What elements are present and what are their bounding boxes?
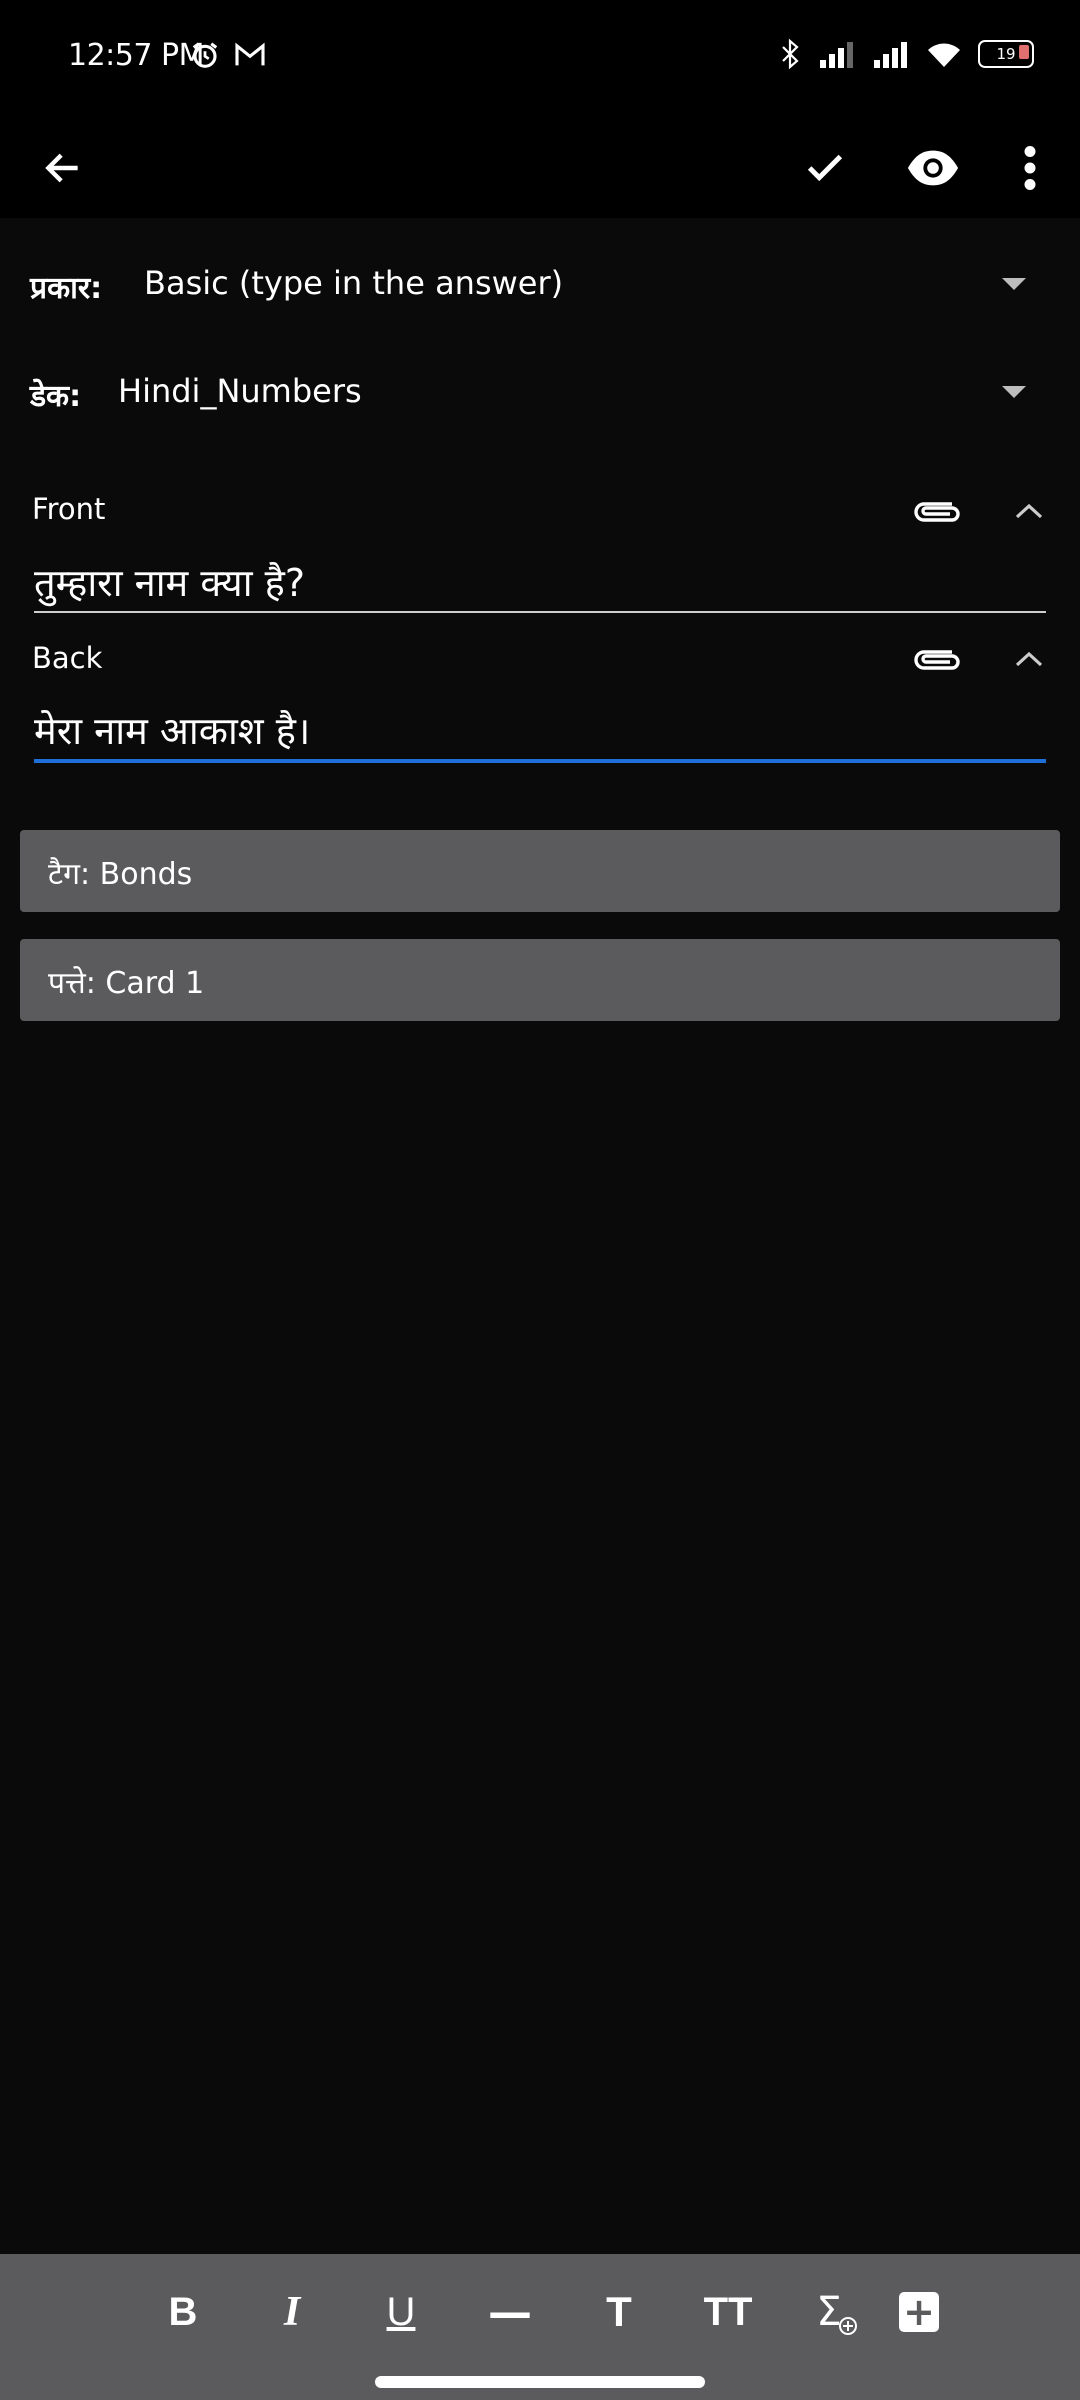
note-type-value: Basic (type in the answer): [144, 264, 564, 302]
horizontal-rule-button[interactable]: —: [475, 2282, 545, 2342]
signal-icon: [874, 42, 907, 68]
tags-button[interactable]: टैग: Bonds: [20, 830, 1060, 912]
save-button[interactable]: [790, 133, 860, 203]
plus-box-icon: +: [899, 2292, 939, 2332]
wifi-icon: [928, 43, 960, 67]
plus-glyph: +: [903, 2290, 935, 2334]
cards-text: पत्ते: Card 1: [48, 966, 205, 1001]
status-left-icons: [190, 40, 266, 70]
more-options-button[interactable]: [995, 133, 1065, 203]
battery-icon: 19: [978, 40, 1034, 68]
eye-icon: [907, 150, 959, 186]
italic-button[interactable]: I: [257, 2282, 327, 2342]
front-attach-button[interactable]: [902, 476, 972, 546]
back-field-underline: [34, 759, 1046, 763]
status-right-icons: 19: [778, 38, 1034, 70]
gmail-icon: [235, 42, 265, 66]
chevron-down-icon: [1002, 278, 1026, 290]
check-icon: [807, 154, 843, 182]
back-collapse-button[interactable]: [994, 624, 1064, 694]
tags-text: टैग: Bonds: [48, 857, 193, 892]
signal-icon: [820, 42, 853, 68]
paperclip-icon: [914, 502, 960, 522]
chevron-up-icon: [1015, 651, 1043, 667]
deck-value: Hindi_Numbers: [118, 372, 362, 410]
front-collapse-button[interactable]: [994, 476, 1064, 546]
front-field-underline: [34, 611, 1046, 613]
arrow-left-icon: [45, 153, 78, 183]
font-size-button[interactable]: T: [584, 2282, 654, 2342]
deck-label: डेक:: [30, 379, 82, 414]
bluetooth-icon: [782, 38, 799, 70]
battery-level: 19: [996, 45, 1016, 63]
insert-field-button[interactable]: +: [884, 2282, 954, 2342]
paperclip-icon: [914, 650, 960, 670]
alarm-icon: [192, 42, 218, 68]
back-button[interactable]: [28, 133, 98, 203]
status-bar: 12:57 PM 19: [0, 0, 1080, 118]
status-time: 12:57 PM: [68, 38, 204, 73]
bold-button[interactable]: B: [148, 2282, 218, 2342]
chevron-down-icon: [1002, 386, 1026, 398]
back-field-label: Back: [32, 641, 103, 675]
cards-button[interactable]: पत्ते: Card 1: [20, 939, 1060, 1021]
more-vert-icon: [1024, 146, 1036, 190]
note-type-selector[interactable]: प्रकार: Basic (type in the answer): [0, 238, 1080, 328]
deck-selector[interactable]: डेक: Hindi_Numbers: [0, 346, 1080, 436]
front-field-label: Front: [32, 492, 106, 526]
preview-button[interactable]: [898, 133, 968, 203]
chevron-up-icon: [1015, 503, 1043, 519]
mathjax-button[interactable]: Σ: [802, 2282, 872, 2342]
note-type-label: प्रकार:: [30, 271, 103, 306]
app-bar: [0, 118, 1080, 218]
home-indicator[interactable]: [375, 2376, 705, 2388]
heading-button[interactable]: TT: [693, 2282, 763, 2342]
underline-button[interactable]: U: [366, 2282, 436, 2342]
back-field-input[interactable]: मेरा नाम आकाश है।: [34, 704, 1046, 756]
front-field-input[interactable]: तुम्हारा नाम क्या है?: [34, 556, 1046, 608]
add-circle-icon: [838, 2317, 857, 2335]
back-attach-button[interactable]: [902, 624, 972, 694]
